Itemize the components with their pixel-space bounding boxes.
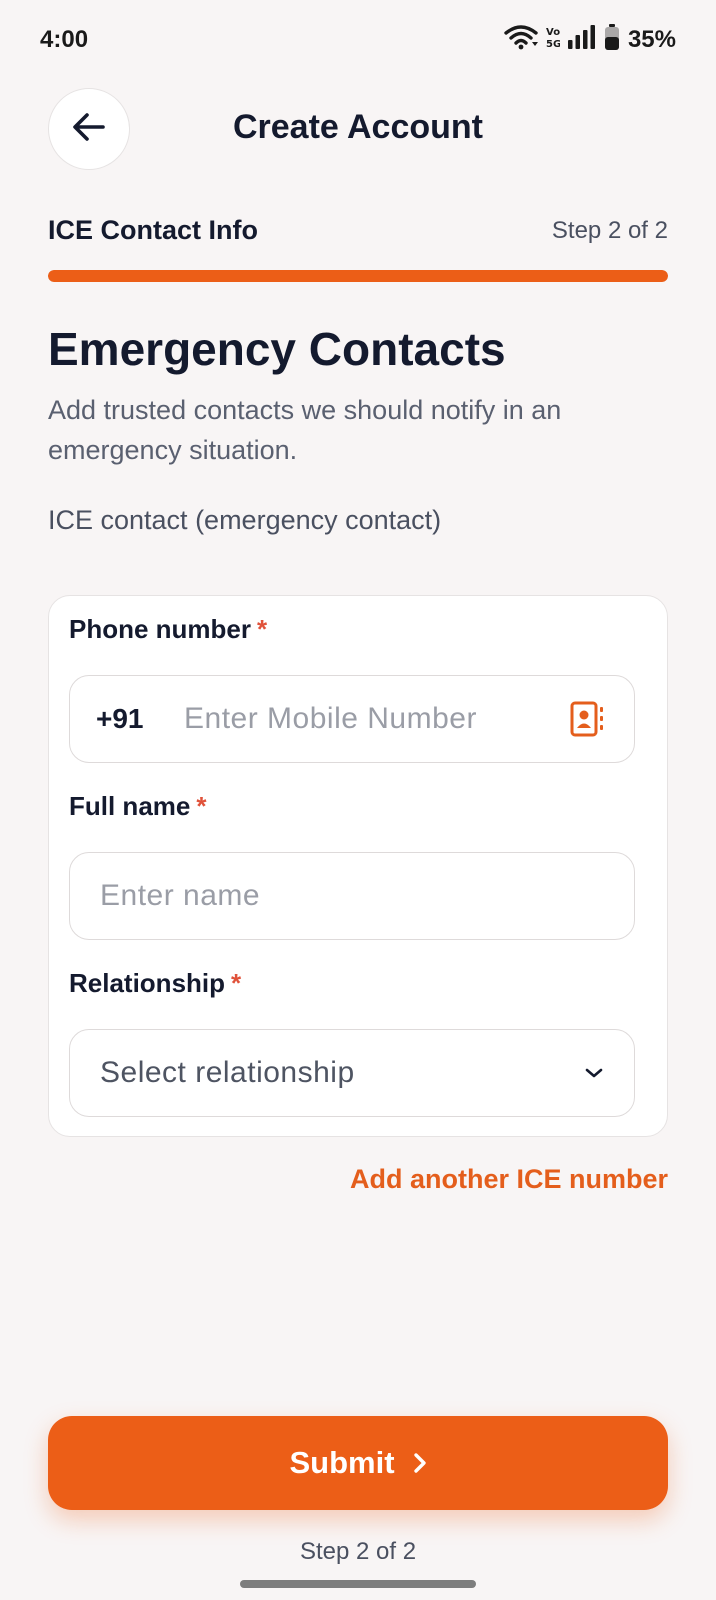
progress-bar	[48, 270, 668, 282]
progress-fill	[48, 270, 668, 282]
country-code[interactable]: +91	[96, 703, 184, 735]
relationship-label: Relationship *	[69, 968, 241, 999]
required-mark: *	[231, 968, 242, 998]
submit-button[interactable]: Submit	[48, 1416, 668, 1510]
phone-field[interactable]: +91	[69, 675, 635, 763]
chevron-down-icon	[584, 1067, 604, 1079]
section-description: Add trusted contacts we should notify in…	[48, 395, 562, 465]
battery-icon	[604, 24, 620, 55]
page-title: Create Account	[232, 108, 484, 146]
battery-percentage: 35%	[627, 25, 676, 53]
submit-label: Submit	[289, 1445, 395, 1480]
required-mark: *	[196, 791, 207, 821]
add-ice-number-link[interactable]: Add another ICE number	[350, 1164, 668, 1195]
volte-icon: Vo 5G	[546, 24, 561, 55]
wifi-icon	[504, 24, 538, 55]
status-icons: Vo 5G 35%	[504, 24, 676, 55]
relationship-select[interactable]: Select relationship	[69, 1029, 635, 1117]
name-label-text: Full name	[69, 791, 191, 821]
phone-label: Phone number *	[69, 614, 267, 645]
phone-input[interactable]	[184, 702, 570, 736]
chevron-right-icon	[413, 1452, 427, 1474]
section-heading: Emergency Contacts	[48, 323, 506, 375]
signal-icon	[567, 25, 596, 54]
relationship-selected: Select relationship	[100, 1056, 355, 1089]
phone-label-text: Phone number	[69, 614, 252, 644]
footer-step-count: Step 2 of 2	[299, 1538, 417, 1565]
name-input[interactable]	[100, 879, 634, 913]
name-field[interactable]	[69, 852, 635, 940]
name-label: Full name *	[69, 791, 206, 822]
svg-text:Vo: Vo	[546, 27, 560, 38]
ice-contact-card: Phone number* +91 Full name* Relationshi…	[48, 595, 668, 1137]
relationship-label-text: Relationship	[69, 968, 226, 998]
contacts-book-icon[interactable]	[570, 701, 604, 737]
step-name: ICE Contact Info	[48, 215, 258, 245]
required-mark: *	[257, 614, 268, 644]
status-time: 4:00	[40, 26, 89, 53]
step-count: Step 2 of 2	[551, 217, 668, 244]
svg-text:5G: 5G	[546, 39, 560, 50]
ice-contact-label: ICE contact (emergency contact)	[48, 505, 442, 535]
home-indicator[interactable]	[240, 1580, 476, 1588]
